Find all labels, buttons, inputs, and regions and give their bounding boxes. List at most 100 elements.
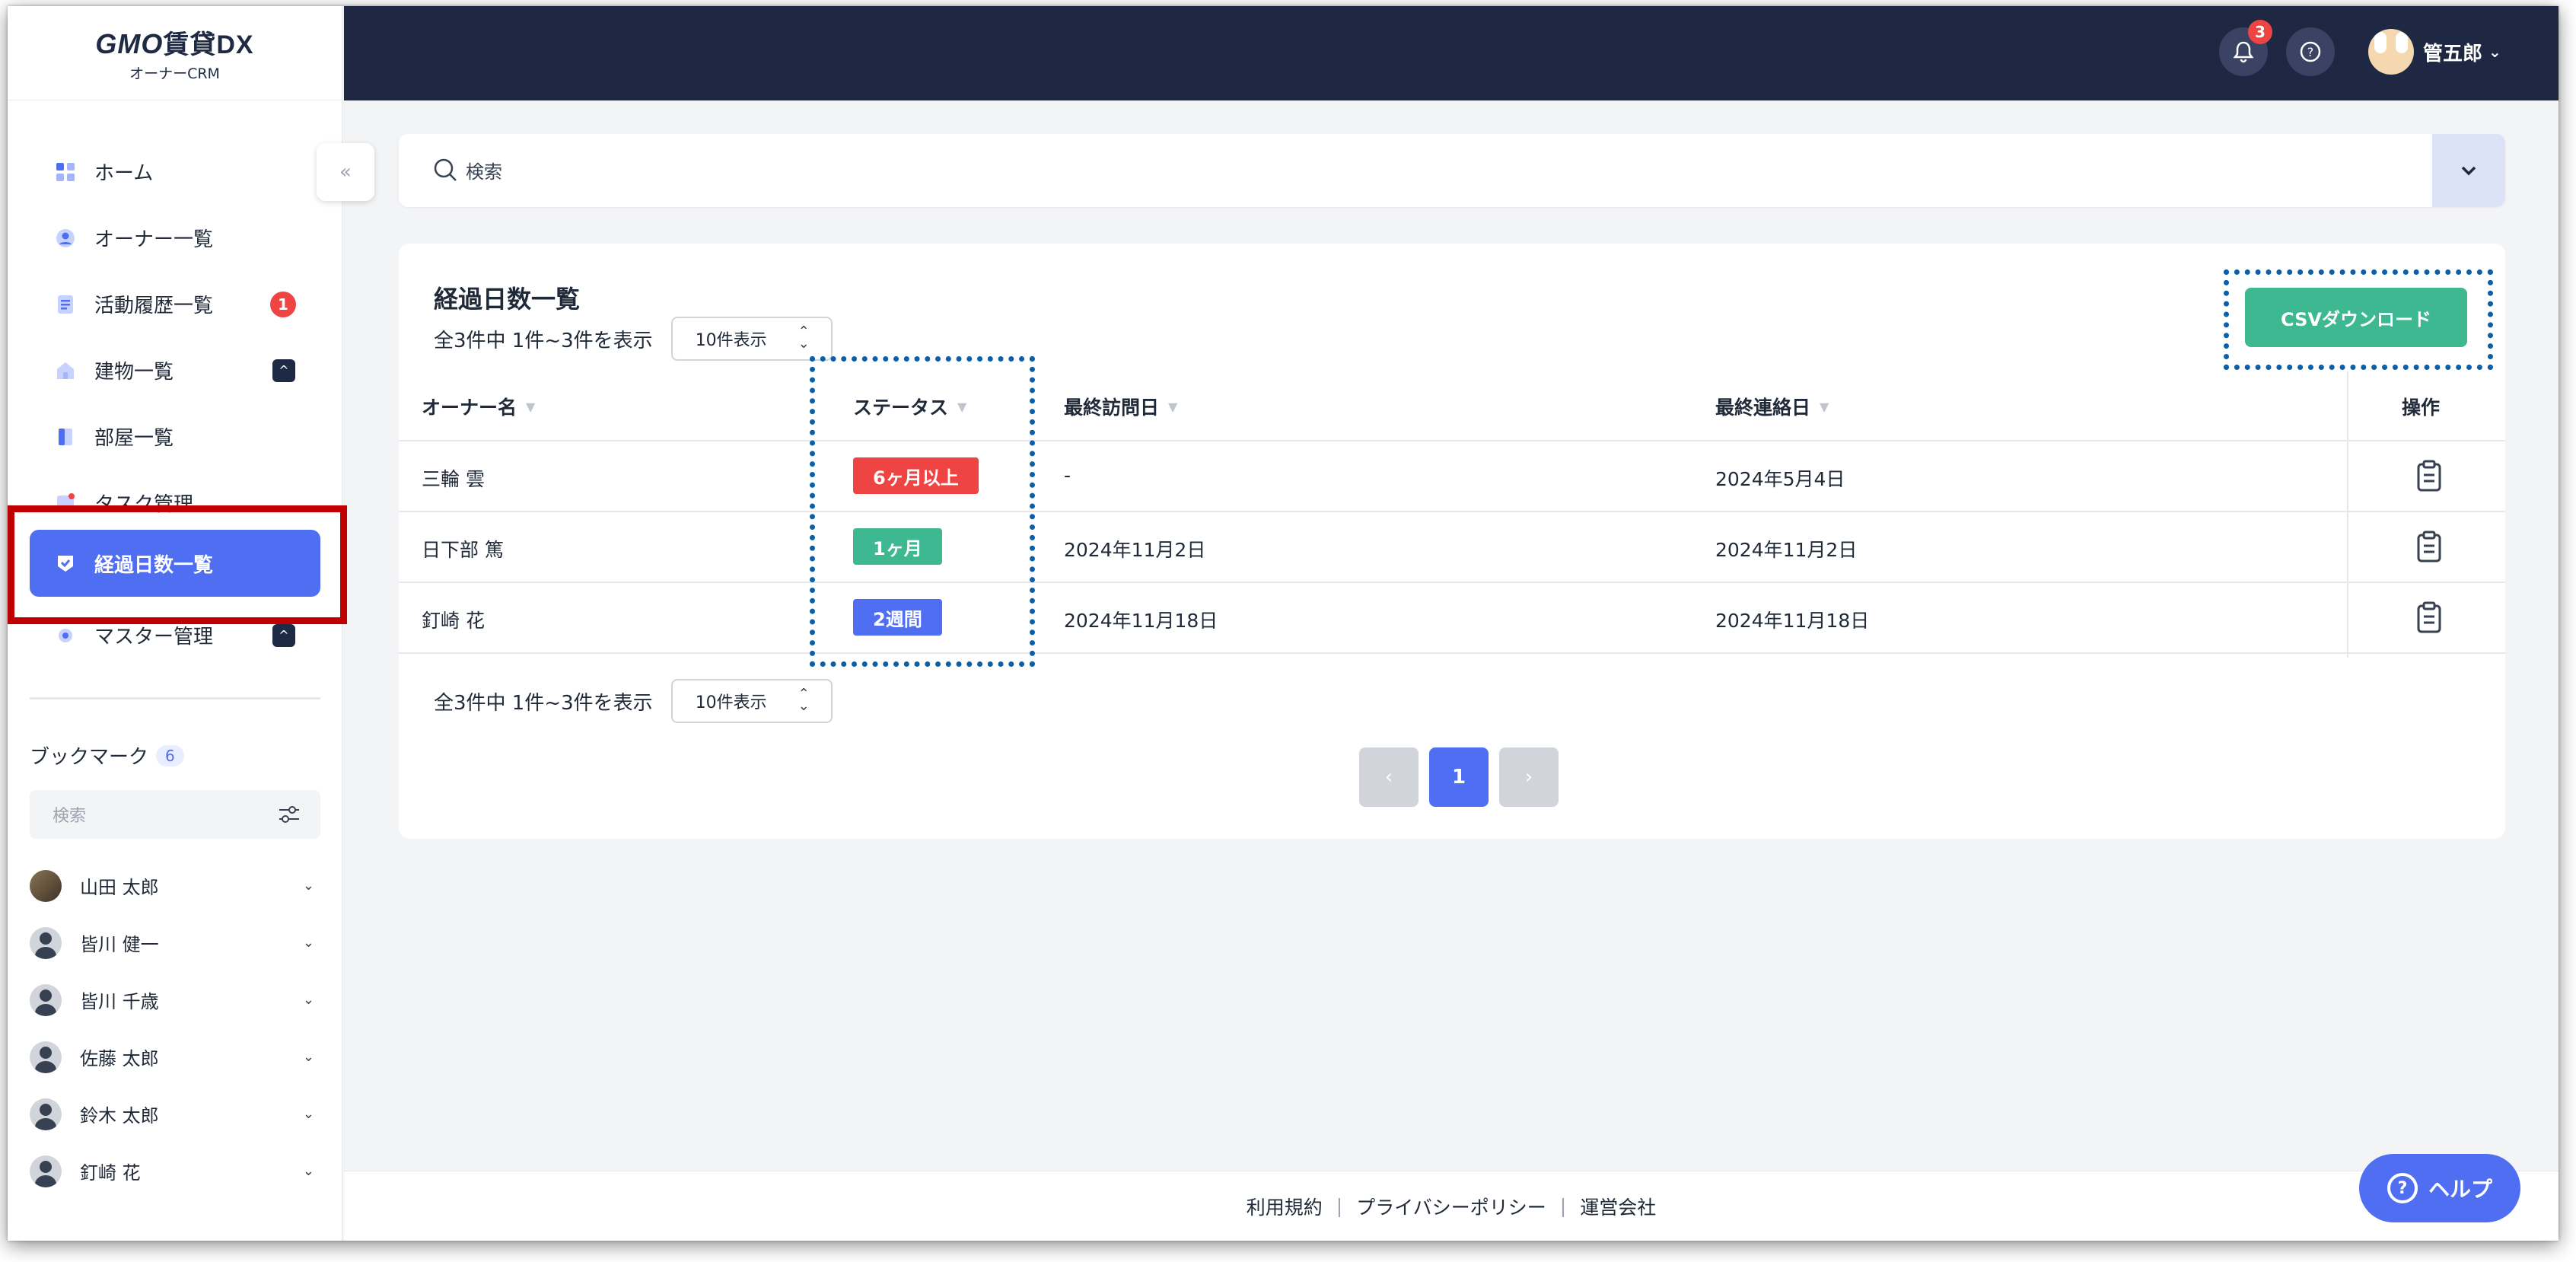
page-button-current[interactable]: 1 <box>1429 747 1489 807</box>
status-badge: 6ヶ月以上 <box>853 457 979 494</box>
bookmark-name: 山田 太郎 <box>80 877 159 898</box>
sort-icon: ▼ <box>1168 399 1178 414</box>
page-size-select[interactable]: 10件表示 ⌃ ⌄ <box>670 317 833 361</box>
prev-page-button[interactable]: ‹ <box>1359 747 1419 807</box>
building-icon <box>57 362 74 379</box>
next-page-button[interactable]: › <box>1499 747 1559 807</box>
divider: | <box>1336 1195 1343 1217</box>
sidebar-item-owners[interactable]: オーナー一覧 <box>8 205 342 271</box>
bookmark-item[interactable]: 佐藤 太郎 ⌄ <box>30 1028 320 1085</box>
table-row[interactable]: 釘崎 花 2週間 2024年11月18日 2024年11月18日 <box>399 583 2505 654</box>
bookmark-search-input[interactable]: 検索 <box>30 790 320 839</box>
owner-name[interactable]: 釘崎 花 <box>422 606 485 633</box>
owner-name[interactable]: 日下部 篤 <box>422 535 504 562</box>
collapse-sidebar-button[interactable]: « <box>317 143 374 201</box>
question-circle-icon: ? <box>2300 41 2321 62</box>
column-owner[interactable]: オーナー名 ▼ <box>422 393 535 420</box>
avatar <box>30 1155 62 1187</box>
logo-gmo: GMO <box>95 27 164 59</box>
search-input[interactable]: 検索 <box>466 157 502 183</box>
search-bar[interactable]: 検索 <box>399 134 2505 207</box>
privacy-link[interactable]: プライバシーポリシー <box>1356 1193 1546 1220</box>
svg-text:?: ? <box>2307 45 2314 59</box>
chevron-down-icon[interactable]: ⌄ <box>303 992 314 1008</box>
column-last-contact[interactable]: 最終連絡日 ▼ <box>1715 393 1829 420</box>
logo[interactable]: GMO賃貸DX オーナーCRM <box>8 6 342 100</box>
sidebar-item-activity[interactable]: 活動履歴一覧 1 <box>8 271 342 337</box>
sidebar-item-label: タスク管理 <box>94 493 194 516</box>
page-size-value: 10件表示 <box>695 693 767 712</box>
check-shield-icon <box>58 556 73 572</box>
bookmark-item[interactable]: 山田 太郎 ⌄ <box>30 857 320 914</box>
help-button[interactable]: ? ヘルプ <box>2359 1154 2520 1222</box>
sidebar-item-elapsed-days[interactable]: 経過日数一覧 <box>30 530 320 597</box>
user-menu[interactable]: 管五郎 ⌄ <box>2368 29 2501 75</box>
elapsed-table: オーナー名 ▼ ステータス ▼ 最終訪問日 ▼ 最終連絡日 ▼ 操作 三輪 雲 6ヶ月以… <box>399 371 2505 658</box>
logo-product: 賃貸DX <box>163 30 254 59</box>
chevron-down-icon[interactable]: ⌄ <box>303 1163 314 1179</box>
bookmark-name: 釘崎 花 <box>80 1162 141 1184</box>
updown-icon: ⌃ ⌄ <box>798 686 810 714</box>
last-contact: 2024年11月18日 <box>1715 610 1870 632</box>
column-label: 最終訪問日 <box>1064 397 1160 419</box>
sidebar-item-tasks[interactable]: タスク管理 <box>8 470 342 536</box>
help-circle-button[interactable]: ? <box>2286 27 2335 76</box>
actions-column-divider <box>2347 371 2348 658</box>
bookmark-item[interactable]: 鈴木 太郎 ⌄ <box>30 1085 320 1142</box>
sidebar-item-label: マスター管理 <box>94 626 214 649</box>
chevron-down-icon[interactable]: ⌄ <box>303 878 314 894</box>
company-link[interactable]: 運営会社 <box>1580 1193 1656 1220</box>
search-expand-button[interactable] <box>2432 134 2505 207</box>
page-size-value: 10件表示 <box>695 331 767 350</box>
avatar <box>2368 29 2414 75</box>
filter-icon[interactable] <box>278 804 301 825</box>
last-contact: 2024年11月2日 <box>1715 539 1858 561</box>
status-badge: 1ヶ月 <box>853 528 942 565</box>
chevron-down-icon[interactable]: ⌄ <box>303 1049 314 1065</box>
notification-badge: 3 <box>2248 20 2272 44</box>
logo-subtitle: オーナーCRM <box>129 65 220 82</box>
bookmark-list: 山田 太郎 ⌄ 皆川 健一 ⌄ 皆川 千歳 ⌄ 佐藤 太郎 ⌄ 鈴木 太郎 ⌄ … <box>30 857 320 1200</box>
count-text: 全3件中 1件~3件を表示 <box>434 691 653 715</box>
bookmark-item[interactable]: 皆川 千歳 ⌄ <box>30 971 320 1028</box>
top-header: 3 ? 管五郎 ⌄ <box>344 6 2558 100</box>
sidebar-item-home[interactable]: ホーム <box>8 139 342 205</box>
column-last-visit[interactable]: 最終訪問日 ▼ <box>1064 393 1177 420</box>
chevron-up-icon[interactable]: ^ <box>272 623 295 647</box>
column-status[interactable]: ステータス ▼ <box>853 393 966 420</box>
column-label: 操作 <box>2402 397 2441 419</box>
divider: | <box>1559 1195 1567 1217</box>
sidebar-item-master[interactable]: マスター管理 ^ <box>8 602 342 668</box>
divider <box>30 697 320 700</box>
updown-icon: ⌃ ⌄ <box>798 323 810 352</box>
bookmark-count: 6 <box>156 744 184 766</box>
chevron-down-icon[interactable]: ⌄ <box>303 935 314 951</box>
bookmark-item[interactable]: 皆川 健一 ⌄ <box>30 914 320 971</box>
page-title: 経過日数一覧 <box>434 285 581 314</box>
last-visit: 2024年11月2日 <box>1064 539 1206 561</box>
sidebar-item-rooms[interactable]: 部屋一覧 <box>8 403 342 470</box>
bell-icon <box>2233 41 2254 63</box>
terms-link[interactable]: 利用規約 <box>1247 1193 1323 1220</box>
sidebar-item-buildings[interactable]: 建物一覧 ^ <box>8 337 342 403</box>
grid-icon <box>56 162 75 181</box>
clipboard-icon[interactable] <box>2415 531 2443 562</box>
table-row[interactable]: 三輪 雲 6ヶ月以上 - 2024年5月4日 <box>399 441 2505 512</box>
clipboard-icon[interactable] <box>2415 601 2443 633</box>
pagination: ‹ 1 › <box>1359 747 1569 807</box>
csv-download-button[interactable]: CSVダウンロード <box>2245 288 2467 347</box>
chevron-down-icon: ⌄ <box>2488 43 2501 61</box>
column-actions: 操作 <box>2402 393 2440 420</box>
chevron-down-icon[interactable]: ⌄ <box>303 1106 314 1122</box>
table-row[interactable]: 日下部 篤 1ヶ月 2024年11月2日 2024年11月2日 <box>399 512 2505 583</box>
bookmark-item[interactable]: 釘崎 花 ⌄ <box>30 1142 320 1200</box>
clipboard-icon[interactable] <box>2415 460 2443 492</box>
last-visit: - <box>1064 464 1071 486</box>
chevron-up-icon[interactable]: ^ <box>272 359 295 382</box>
status-badge: 2週間 <box>853 599 942 636</box>
notification-button[interactable]: 3 <box>2219 20 2272 76</box>
bookmark-name: 鈴木 太郎 <box>80 1105 159 1127</box>
page-size-select[interactable]: 10件表示 ⌃ ⌄ <box>670 679 833 723</box>
owner-name[interactable]: 三輪 雲 <box>422 464 485 492</box>
sort-icon: ▼ <box>1820 399 1829 414</box>
